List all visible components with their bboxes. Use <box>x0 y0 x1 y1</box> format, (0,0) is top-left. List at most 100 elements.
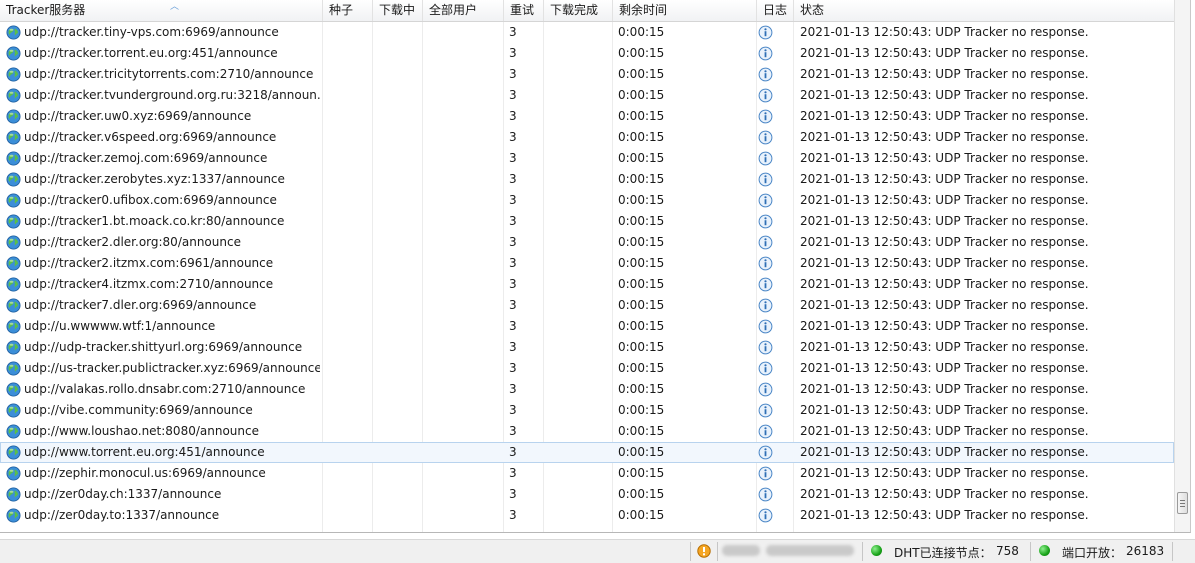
tracker-url: udp://tracker.uw0.xyz:6969/announce <box>24 109 252 123</box>
tracker-url: udp://tracker2.dler.org:80/announce <box>24 235 241 249</box>
remaining-time: 0:00:15 <box>618 67 665 81</box>
log-info-icon[interactable] <box>758 298 773 313</box>
log-info-icon[interactable] <box>758 130 773 145</box>
dht-node-count: 758 <box>996 544 1019 558</box>
tracker-url: udp://tracker.zerobytes.xyz:1337/announc… <box>24 172 285 186</box>
warning-icon[interactable] <box>697 544 711 558</box>
log-info-icon[interactable] <box>758 445 773 460</box>
log-info-icon[interactable] <box>758 340 773 355</box>
log-info-icon[interactable] <box>758 88 773 103</box>
table-row[interactable]: udp://tracker4.itzmx.com:2710/announce 3 0… <box>0 274 1174 295</box>
column-header-downloading[interactable]: 下载中 <box>373 0 423 21</box>
tracker-url: udp://tracker0.ufibox.com:6969/announce <box>24 193 277 207</box>
log-info-icon[interactable] <box>758 151 773 166</box>
tracker-status: 2021-01-13 12:50:43: UDP Tracker no resp… <box>800 298 1089 312</box>
port-label: 端口开放： <box>1062 546 1123 560</box>
column-header-tracker[interactable]: Tracker服务器 ︿ <box>0 0 323 21</box>
retry-count: 3 <box>509 235 517 249</box>
retry-count: 3 <box>509 25 517 39</box>
dht-label: DHT已连接节点： <box>894 546 992 560</box>
log-info-icon[interactable] <box>758 46 773 61</box>
table-row[interactable]: udp://zephir.monocul.us:6969/announce 3 0:… <box>0 463 1174 484</box>
tracker-status: 2021-01-13 12:50:43: UDP Tracker no resp… <box>800 130 1089 144</box>
log-info-icon[interactable] <box>758 361 773 376</box>
remaining-time: 0:00:15 <box>618 361 665 375</box>
table-row[interactable]: udp://tracker7.dler.org:6969/announce 3 0:… <box>0 295 1174 316</box>
tracker-globe-icon <box>6 109 21 124</box>
column-header-all-users[interactable]: 全部用户 <box>423 0 504 21</box>
table-row[interactable]: udp://zer0day.to:1337/announce 3 0:00:15 20… <box>0 505 1174 526</box>
remaining-time: 0:00:15 <box>618 214 665 228</box>
table-row[interactable]: udp://tracker.zemoj.com:6969/announce 3 0:… <box>0 148 1174 169</box>
log-info-icon[interactable] <box>758 214 773 229</box>
tracker-status: 2021-01-13 12:50:43: UDP Tracker no resp… <box>800 424 1089 438</box>
table-row[interactable]: udp://tracker.zerobytes.xyz:1337/announc… <box>0 169 1174 190</box>
dht-status-icon <box>871 545 882 556</box>
status-bar: DHT已连接节点： 758 端口开放： 26183 <box>0 539 1195 563</box>
table-row[interactable]: udp://vibe.community:6969/announce 3 0:00:… <box>0 400 1174 421</box>
log-info-icon[interactable] <box>758 424 773 439</box>
table-row[interactable]: udp://www.torrent.eu.org:451/announce 3 0:… <box>0 442 1174 463</box>
column-header-log[interactable]: 日志 <box>757 0 794 21</box>
remaining-time: 0:00:15 <box>618 25 665 39</box>
log-info-icon[interactable] <box>758 256 773 271</box>
tracker-globe-icon <box>6 256 21 271</box>
retry-count: 3 <box>509 298 517 312</box>
tracker-status: 2021-01-13 12:50:43: UDP Tracker no resp… <box>800 382 1089 396</box>
table-row[interactable]: udp://tracker.tiny-vps.com:6969/announce… <box>0 22 1174 43</box>
table-row[interactable]: udp://tracker.tricitytorrents.com:2710/a… <box>0 64 1174 85</box>
table-row[interactable]: udp://tracker.v6speed.org:6969/announce 3… <box>0 127 1174 148</box>
retry-count: 3 <box>509 46 517 60</box>
retry-count: 3 <box>509 340 517 354</box>
table-row[interactable]: udp://tracker0.ufibox.com:6969/announce 3… <box>0 190 1174 211</box>
tracker-globe-icon <box>6 508 21 523</box>
table-row[interactable]: udp://tracker.uw0.xyz:6969/announce 3 0:00… <box>0 106 1174 127</box>
vertical-scrollbar[interactable] <box>1174 0 1190 532</box>
scrollbar-thumb[interactable] <box>1177 492 1188 514</box>
table-row[interactable]: udp://www.loushao.net:8080/announce 3 0:00… <box>0 421 1174 442</box>
retry-count: 3 <box>509 403 517 417</box>
retry-count: 3 <box>509 361 517 375</box>
log-info-icon[interactable] <box>758 25 773 40</box>
log-info-icon[interactable] <box>758 172 773 187</box>
status-separator <box>717 542 718 561</box>
log-info-icon[interactable] <box>758 508 773 523</box>
table-row[interactable]: udp://udp-tracker.shittyurl.org:6969/ann… <box>0 337 1174 358</box>
tracker-list: Tracker服务器 ︿ 种子 下载中 全部用户 重试 下载完成 剩余时间 日志 … <box>0 0 1191 533</box>
column-header-remaining-time[interactable]: 剩余时间 <box>613 0 757 21</box>
log-info-icon[interactable] <box>758 403 773 418</box>
column-header-completed[interactable]: 下载完成 <box>544 0 613 21</box>
table-row[interactable]: udp://us-tracker.publictracker.xyz:6969/… <box>0 358 1174 379</box>
column-header-seeds[interactable]: 种子 <box>323 0 373 21</box>
table-row[interactable]: udp://tracker1.bt.moack.co.kr:80/announc… <box>0 211 1174 232</box>
remaining-time: 0:00:15 <box>618 445 665 459</box>
remaining-time: 0:00:15 <box>618 508 665 522</box>
tracker-url: udp://tracker2.itzmx.com:6961/announce <box>24 256 274 270</box>
column-header-status[interactable]: 状态 <box>794 0 1174 21</box>
table-row[interactable]: udp://tracker.torrent.eu.org:451/announc… <box>0 43 1174 64</box>
tracker-url: udp://tracker1.bt.moack.co.kr:80/announc… <box>24 214 285 228</box>
column-header-retry[interactable]: 重试 <box>504 0 544 21</box>
log-info-icon[interactable] <box>758 193 773 208</box>
retry-count: 3 <box>509 88 517 102</box>
log-info-icon[interactable] <box>758 277 773 292</box>
log-info-icon[interactable] <box>758 235 773 250</box>
log-info-icon[interactable] <box>758 466 773 481</box>
log-info-icon[interactable] <box>758 382 773 397</box>
table-row[interactable]: udp://zer0day.ch:1337/announce 3 0:00:15 20… <box>0 484 1174 505</box>
scrollbar-grip <box>1180 500 1185 501</box>
remaining-time: 0:00:15 <box>618 487 665 501</box>
tracker-status: 2021-01-13 12:50:43: UDP Tracker no resp… <box>800 403 1089 417</box>
table-row[interactable]: udp://u.wwwww.wtf:1/announce 3 0:00:15 2021… <box>0 316 1174 337</box>
log-info-icon[interactable] <box>758 109 773 124</box>
table-row[interactable]: udp://tracker2.dler.org:80/announce 3 0:00… <box>0 232 1174 253</box>
table-row[interactable]: udp://tracker.tvunderground.org.ru:3218/… <box>0 85 1174 106</box>
tracker-url: udp://udp-tracker.shittyurl.org:6969/ann… <box>24 340 303 354</box>
log-info-icon[interactable] <box>758 487 773 502</box>
log-info-icon[interactable] <box>758 67 773 82</box>
tracker-status: 2021-01-13 12:50:43: UDP Tracker no resp… <box>800 277 1089 291</box>
tracker-url: udp://www.torrent.eu.org:451/announce <box>24 445 265 459</box>
table-row[interactable]: udp://valakas.rollo.dnsabr.com:2710/anno… <box>0 379 1174 400</box>
table-row[interactable]: udp://tracker2.itzmx.com:6961/announce 3 0… <box>0 253 1174 274</box>
log-info-icon[interactable] <box>758 319 773 334</box>
